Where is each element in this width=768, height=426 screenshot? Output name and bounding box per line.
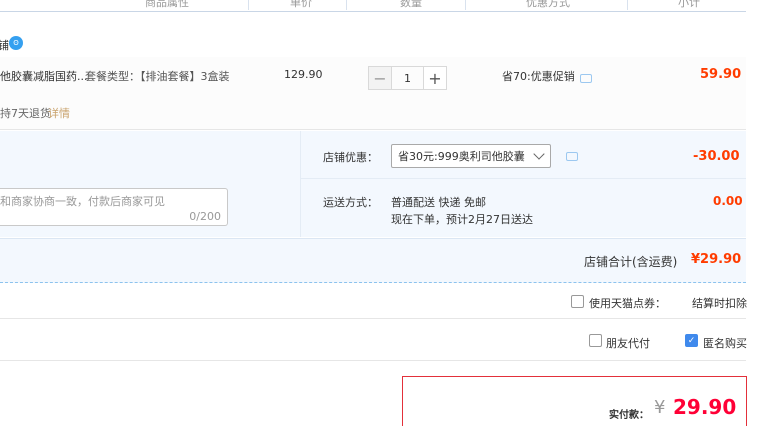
payment-currency: ¥ xyxy=(654,397,666,418)
table-header: 商品属性 单价 数量 优惠方式 小计 xyxy=(0,0,746,12)
message-placeholder: 和商家协商一致，付款后商家可见 xyxy=(0,195,165,208)
qty-input[interactable]: 1 xyxy=(392,66,423,90)
return-policy: 持7天退货 xyxy=(0,107,51,120)
friend-pay-label: 朋友代付 xyxy=(606,337,650,350)
divider xyxy=(0,360,746,361)
header-separator xyxy=(465,0,466,10)
item-promo: 省70:优惠促销 xyxy=(502,70,575,83)
shop-discount-amount: -30.00 xyxy=(693,149,740,164)
quantity-stepper: − 1 + xyxy=(368,66,447,90)
payment-amount: 29.90 xyxy=(673,395,737,419)
return-details-link[interactable]: 详情 xyxy=(48,105,70,121)
payment-label: 实付款： xyxy=(609,410,649,421)
header-separator xyxy=(248,0,249,10)
use-points-checkbox[interactable] xyxy=(571,295,584,308)
shop-name[interactable]: 铺 xyxy=(0,37,9,53)
use-points-label: 使用天猫点券： xyxy=(589,297,666,310)
header-price: 单价 xyxy=(290,0,312,9)
shipping-method: 普通配送 快递 免邮 xyxy=(391,196,486,209)
header-promo: 优惠方式 xyxy=(526,0,570,9)
shop-discount-value: 省30元:999奥利司他胶囊 xyxy=(398,150,525,163)
header-qty: 数量 xyxy=(400,0,422,9)
payment-summary-box: 实付款： ¥ 29.90 xyxy=(402,376,747,426)
message-char-count: 0/200 xyxy=(189,210,221,223)
seller-message-input[interactable]: 和商家协商一致，付款后商家可见 0/200 xyxy=(0,188,228,226)
panel-divider xyxy=(300,131,301,237)
item-title[interactable]: 他胶囊减脂国药... xyxy=(0,68,88,84)
shipping-amount: 0.00 xyxy=(713,194,743,208)
header-subtotal: 小计 xyxy=(678,0,700,9)
friend-pay-checkbox[interactable] xyxy=(589,334,602,347)
item-package: 套餐类型：【排油套餐】3盒装 xyxy=(85,70,230,83)
divider xyxy=(0,318,746,319)
qty-minus-button[interactable]: − xyxy=(368,66,392,90)
anonymous-label: 匿名购买 xyxy=(703,337,747,350)
points-note: 结算时扣除 xyxy=(692,297,747,310)
shipping-label: 运送方式： xyxy=(323,196,378,209)
shop-discount-label: 店铺优惠： xyxy=(323,151,378,164)
shop-discount-select[interactable]: 省30元:999奥利司他胶囊 xyxy=(391,144,551,168)
wangwang-icon[interactable]: ʘ xyxy=(9,36,23,50)
chevron-down-icon xyxy=(533,148,545,160)
header-attr: 商品属性 xyxy=(145,0,189,9)
item-subtotal: 59.90 xyxy=(700,67,742,82)
header-separator xyxy=(627,0,628,10)
shipping-eta: 现在下单，预计2月27日送达 xyxy=(391,213,533,226)
discount-info-icon[interactable] xyxy=(566,152,578,161)
shop-total-label: 店铺合计(含运费) xyxy=(584,255,678,269)
promo-info-icon[interactable] xyxy=(580,74,592,83)
qty-plus-button[interactable]: + xyxy=(423,66,447,90)
header-separator xyxy=(346,0,347,10)
anonymous-checkbox[interactable]: ✓ xyxy=(685,334,698,347)
panel-divider xyxy=(300,178,746,179)
item-unit-price: 129.90 xyxy=(284,68,323,81)
shop-total-amount: ¥29.90 xyxy=(691,252,742,267)
